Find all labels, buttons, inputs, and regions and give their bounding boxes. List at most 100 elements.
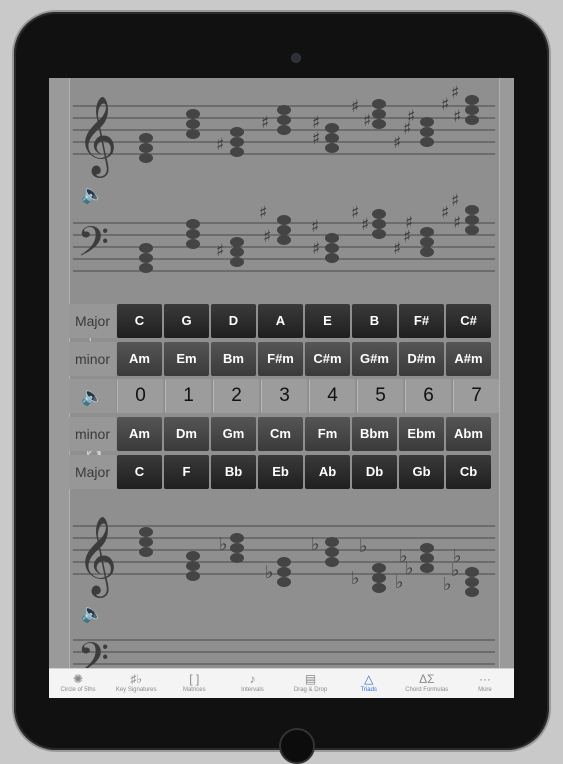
sharp-flat-icon: ♯♭ xyxy=(130,672,143,686)
key-cell[interactable]: D xyxy=(211,304,256,338)
svg-text:♭: ♭ xyxy=(351,568,360,589)
tab-intervals[interactable]: ♪ Intervals xyxy=(223,669,281,698)
key-cell[interactable]: F#m xyxy=(258,342,303,376)
flat-minor-row: minor Am Dm Gm Cm Fm Bbm Ebm Abm xyxy=(69,417,499,451)
tab-key-signatures[interactable]: ♯♭ Key Signatures xyxy=(107,669,165,698)
key-cell[interactable]: Dm xyxy=(164,417,209,451)
count-cell: 6 xyxy=(405,379,451,413)
tab-label: Key Signatures xyxy=(115,687,157,693)
svg-text:♯: ♯ xyxy=(453,107,461,127)
speaker-icon[interactable]: 🔈 xyxy=(81,184,103,205)
key-cell[interactable]: Eb xyxy=(258,455,303,489)
key-cell[interactable]: Gm xyxy=(211,417,256,451)
count-cell: 0 xyxy=(117,379,163,413)
treble-clef-icon: 𝄞 xyxy=(77,516,117,598)
svg-text:♯: ♯ xyxy=(311,217,319,237)
row-label-major: Major xyxy=(69,455,116,489)
camera xyxy=(292,54,300,62)
svg-text:♭: ♭ xyxy=(359,536,368,557)
key-cell[interactable]: B xyxy=(352,304,397,338)
key-cell[interactable]: Bbm xyxy=(352,417,397,451)
count-cell: 3 xyxy=(261,379,307,413)
count-cell: 7 xyxy=(453,379,499,413)
tab-matrices[interactable]: [ ] Matrices xyxy=(165,669,223,698)
svg-text:♯: ♯ xyxy=(216,241,224,261)
svg-text:♭: ♭ xyxy=(453,546,462,567)
accidental-count-row: 🔈 0 1 2 3 4 5 6 7 xyxy=(69,379,499,413)
key-cell[interactable]: Bb xyxy=(211,455,256,489)
key-cell[interactable]: G xyxy=(164,304,209,338)
tab-label: Chord Formulas xyxy=(405,687,449,693)
speaker-icon[interactable]: 🔈 xyxy=(81,603,103,624)
key-cell[interactable]: C# xyxy=(446,304,491,338)
key-cell[interactable]: A xyxy=(258,304,303,338)
tab-label: More xyxy=(478,687,492,693)
key-cell[interactable]: Db xyxy=(352,455,397,489)
bass-chords-top xyxy=(139,205,479,273)
treble-chords-top xyxy=(139,95,479,163)
flat-major-row: Major C F Bb Eb Ab Db Gb Cb xyxy=(69,455,499,489)
key-cell[interactable]: F# xyxy=(399,304,444,338)
staff-icon: ▤ xyxy=(304,672,317,686)
note-icon: ♪ xyxy=(249,672,256,686)
svg-text:♭: ♭ xyxy=(405,558,414,579)
key-cell[interactable]: C xyxy=(117,304,162,338)
tab-triads[interactable]: △ Triads xyxy=(340,669,398,698)
svg-text:♯: ♯ xyxy=(351,203,359,223)
triangle-icon: △ xyxy=(364,672,374,686)
key-cell[interactable]: G#m xyxy=(352,342,397,376)
svg-text:♯: ♯ xyxy=(405,213,413,233)
key-cell[interactable]: Ebm xyxy=(399,417,444,451)
key-cell[interactable]: F xyxy=(164,455,209,489)
row-speaker[interactable]: 🔈 xyxy=(69,379,116,413)
speaker-icon[interactable]: 🔈 xyxy=(81,386,103,406)
key-cell[interactable]: C#m xyxy=(305,342,350,376)
key-cell[interactable]: Em xyxy=(164,342,209,376)
key-cell[interactable]: Cm xyxy=(258,417,303,451)
svg-text:♯: ♯ xyxy=(393,133,401,153)
svg-text:♯: ♯ xyxy=(441,95,449,115)
count-cell: 1 xyxy=(165,379,211,413)
key-cell[interactable]: Fm xyxy=(305,417,350,451)
key-cell[interactable]: E xyxy=(305,304,350,338)
sharp-keys-staves: 𝄞 🔈 𝄢 ♯ ♯ ♯♯ ♯♯ ♯♯♯ ♯♯♯ ♯ ♯♯ ♯♯ ♯♯ ♯♯♯ ♯… xyxy=(73,83,495,276)
bass-clef-icon: 𝄢 xyxy=(77,634,109,668)
key-cell[interactable]: Gb xyxy=(399,455,444,489)
count-cell: 2 xyxy=(213,379,259,413)
tab-more[interactable]: ··· More xyxy=(456,669,514,698)
flat-keys-staves: 𝄞 🔈 𝄢 ♭ ♭ ♭ ♭♭ ♭♭♭ ♭♭♭ xyxy=(73,516,495,668)
svg-text:♯: ♯ xyxy=(453,213,461,233)
key-cell[interactable]: D#m xyxy=(399,342,444,376)
svg-text:♯: ♯ xyxy=(363,111,371,131)
home-button[interactable] xyxy=(279,728,315,764)
key-cell[interactable]: Ab xyxy=(305,455,350,489)
key-cell[interactable]: Bm xyxy=(211,342,256,376)
tab-bar: ✺ Circle of 5ths ♯♭ Key Signatures [ ] Matr… xyxy=(49,668,514,698)
tab-chord-formulas[interactable]: ΔΣ Chord Formulas xyxy=(398,669,456,698)
key-cell[interactable]: Cb xyxy=(446,455,491,489)
count-cell: 5 xyxy=(357,379,403,413)
key-table: ♯ ♭ Major C G D A E B F# C# minor Am Em … xyxy=(69,298,499,489)
key-cell[interactable]: Am xyxy=(117,417,162,451)
svg-text:♯: ♯ xyxy=(407,107,415,127)
tab-label: Intervals xyxy=(241,687,264,693)
key-cell[interactable]: Am xyxy=(117,342,162,376)
tab-circle-of-5ths[interactable]: ✺ Circle of 5ths xyxy=(49,669,107,698)
svg-text:♯: ♯ xyxy=(451,191,459,211)
tab-label: Triads xyxy=(360,687,377,693)
row-label-minor: minor xyxy=(69,417,116,451)
tab-drag-drop[interactable]: ▤ Drag & Drop xyxy=(282,669,340,698)
svg-text:♯: ♯ xyxy=(351,97,359,117)
key-cell[interactable]: A#m xyxy=(446,342,491,376)
svg-text:♯: ♯ xyxy=(216,135,224,155)
svg-text:♯: ♯ xyxy=(259,203,267,223)
svg-text:♯: ♯ xyxy=(261,113,269,133)
tab-label: Drag & Drop xyxy=(293,687,328,693)
key-cell[interactable]: Abm xyxy=(446,417,491,451)
key-cell[interactable]: C xyxy=(117,455,162,489)
svg-text:♯: ♯ xyxy=(441,203,449,223)
app-screen: 𝄞 🔈 𝄢 ♯ ♯ ♯ ♯ ♯ ♯ ♯ ♯ ♯ ♯ ♯ ♯ ♯ ♯ ♯ ♯ ♯ … xyxy=(49,78,514,698)
bass-staff-bottom xyxy=(73,639,495,665)
brackets-icon: [ ] xyxy=(189,672,200,686)
row-label-major: Major xyxy=(69,304,116,338)
